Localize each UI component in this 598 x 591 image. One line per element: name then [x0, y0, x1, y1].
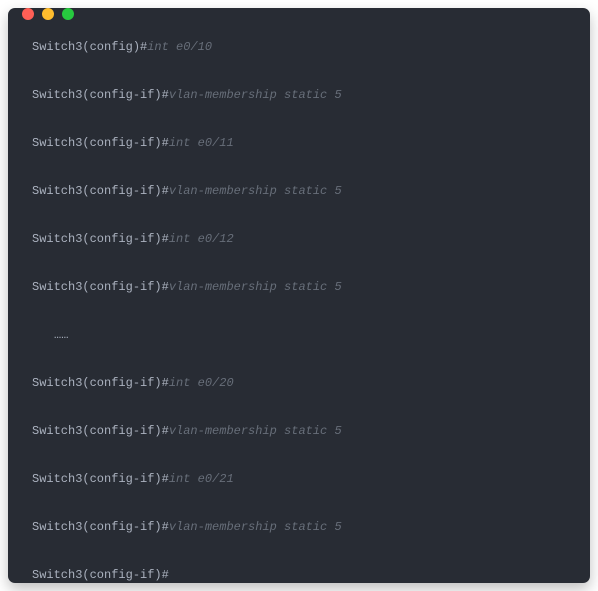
command-text: vlan-membership static 5: [169, 520, 342, 534]
terminal-line: Switch3(config)#int e0/10: [32, 38, 566, 56]
ellipsis-line: ……: [32, 326, 566, 344]
command-text: int e0/10: [147, 40, 212, 54]
command-text: vlan-membership static 5: [169, 424, 342, 438]
terminal-window: Switch3(config)#int e0/10 Switch3(config-…: [8, 8, 590, 583]
terminal-line: Switch3(config-if)#int e0/11: [32, 134, 566, 152]
prompt-text: Switch3(config-if)#: [32, 520, 169, 534]
prompt-text: Switch3(config-if)#: [32, 568, 169, 582]
terminal-body[interactable]: Switch3(config)#int e0/10 Switch3(config-…: [8, 20, 590, 583]
terminal-line: Switch3(config-if)#: [32, 566, 566, 583]
terminal-line: Switch3(config-if)#vlan-membership stati…: [32, 182, 566, 200]
terminal-line: Switch3(config-if)#vlan-membership stati…: [32, 422, 566, 440]
prompt-text: Switch3(config-if)#: [32, 88, 169, 102]
titlebar: [8, 8, 590, 20]
command-text: int e0/21: [169, 472, 234, 486]
command-text: vlan-membership static 5: [169, 88, 342, 102]
prompt-text: Switch3(config-if)#: [32, 136, 169, 150]
close-icon[interactable]: [22, 8, 34, 20]
minimize-icon[interactable]: [42, 8, 54, 20]
terminal-line: Switch3(config-if)#vlan-membership stati…: [32, 518, 566, 536]
command-text: vlan-membership static 5: [169, 184, 342, 198]
command-text: int e0/12: [169, 232, 234, 246]
terminal-line: Switch3(config-if)#vlan-membership stati…: [32, 86, 566, 104]
prompt-text: Switch3(config-if)#: [32, 280, 169, 294]
terminal-line: Switch3(config-if)#int e0/12: [32, 230, 566, 248]
prompt-text: Switch3(config-if)#: [32, 472, 169, 486]
prompt-text: Switch3(config-if)#: [32, 424, 169, 438]
zoom-icon[interactable]: [62, 8, 74, 20]
command-text: int e0/20: [169, 376, 234, 390]
command-text: vlan-membership static 5: [169, 280, 342, 294]
terminal-line: Switch3(config-if)#int e0/20: [32, 374, 566, 392]
terminal-line: Switch3(config-if)#int e0/21: [32, 470, 566, 488]
prompt-text: Switch3(config-if)#: [32, 232, 169, 246]
command-text: int e0/11: [169, 136, 234, 150]
prompt-text: Switch3(config-if)#: [32, 376, 169, 390]
prompt-text: Switch3(config)#: [32, 40, 147, 54]
prompt-text: Switch3(config-if)#: [32, 184, 169, 198]
terminal-line: Switch3(config-if)#vlan-membership stati…: [32, 278, 566, 296]
